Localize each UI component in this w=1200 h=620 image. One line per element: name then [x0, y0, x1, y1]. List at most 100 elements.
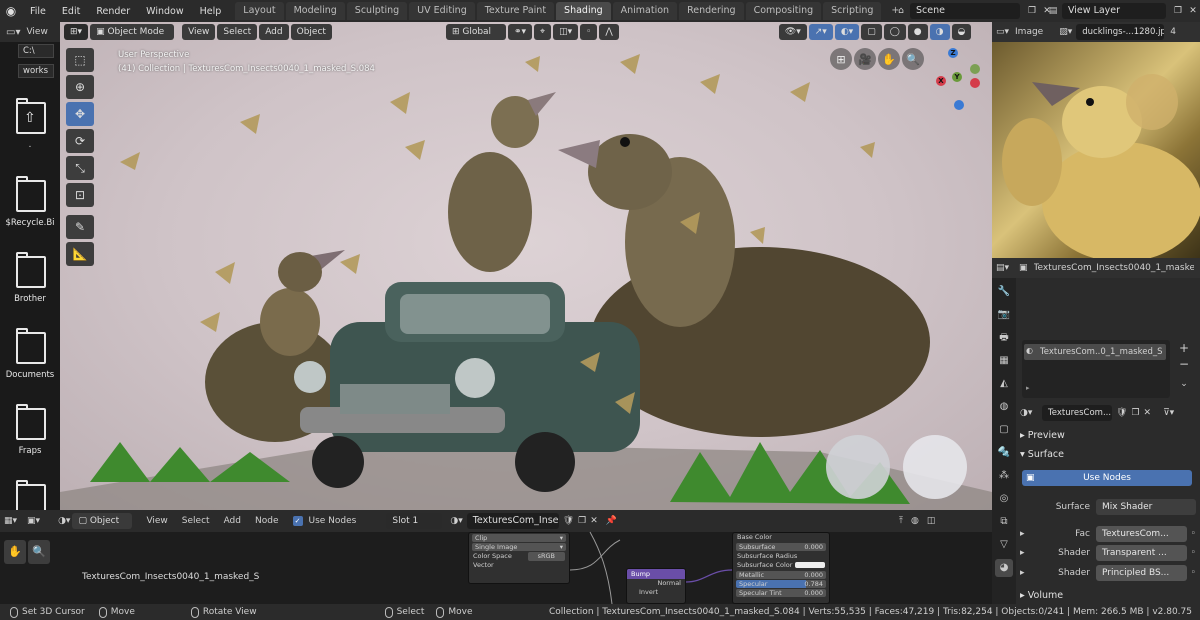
node-menu-view[interactable]: View — [146, 516, 167, 526]
constraints-properties-icon[interactable]: ⧉ — [995, 513, 1013, 531]
shader1-input-dropdown[interactable]: Transparent ... — [1096, 545, 1187, 561]
use-nodes-checkbox[interactable]: ✓ — [292, 516, 303, 526]
backdrop-icon[interactable]: ◍ — [911, 516, 919, 526]
select-box-tool-icon[interactable]: ⬚ — [66, 48, 94, 72]
view-layer-properties-icon[interactable]: ▦ — [995, 352, 1013, 370]
world-properties-icon[interactable]: ◍ — [995, 398, 1013, 416]
gizmo-toggle-icon[interactable]: ↗▾ — [808, 24, 833, 40]
object-properties-icon[interactable]: ▢ — [995, 421, 1013, 439]
menu-file[interactable]: File — [22, 6, 54, 17]
blender-logo-icon[interactable]: ◉ — [0, 0, 22, 22]
modifier-properties-icon[interactable]: 🔩 — [995, 444, 1013, 462]
fake-user-icon[interactable]: 🛡 — [1116, 408, 1127, 418]
shader2-input-dropdown[interactable]: Principled BS... — [1096, 565, 1187, 581]
principled-bsdf-node[interactable]: Base Color Subsurface 0.000 Subsurface Ra… — [732, 532, 830, 604]
unlink-material-icon[interactable]: ✕ — [590, 516, 598, 526]
tab-sculpting[interactable]: Sculpting — [346, 2, 408, 20]
node-object-dropdown[interactable]: ▢ Object — [72, 513, 133, 529]
fake-user-icon[interactable]: 🛡 — [563, 516, 574, 526]
view-layer-icon[interactable]: ▤ — [1044, 6, 1062, 16]
annotate-tool-icon[interactable]: ✎ — [66, 215, 94, 239]
neg-y-axis-handle[interactable] — [970, 64, 980, 74]
volume-section-header[interactable]: ▸ Volume — [1020, 590, 1063, 601]
measure-tool-icon[interactable]: 📐 — [66, 242, 94, 266]
pin-icon[interactable]: 📌 — [606, 516, 617, 526]
x-axis-handle[interactable]: X — [936, 76, 946, 86]
view-camera-toggle-icon[interactable]: ⊞ — [830, 48, 852, 70]
material-properties-icon[interactable]: ◕ — [995, 559, 1013, 577]
menu-window[interactable]: Window — [138, 6, 191, 17]
render-properties-icon[interactable]: 📷 — [995, 306, 1013, 324]
y-axis-handle[interactable]: Y — [952, 72, 962, 82]
3d-viewport[interactable]: ⊞▾ ▣ Object Mode View Select Add Object … — [60, 22, 992, 510]
image-filename[interactable]: ducklings-...1280.jpg — [1076, 24, 1165, 40]
overlay-toggle-icon[interactable]: ◐▾ — [834, 24, 860, 40]
tab-animation[interactable]: Animation — [612, 2, 678, 20]
material-link-icon[interactable]: ⊽▾ — [1163, 408, 1174, 418]
add-slot-button[interactable]: + — [1176, 340, 1192, 356]
material-slot-list[interactable]: TexturesCom..0_1_masked_S ◐ ▸ — [1022, 340, 1170, 398]
use-nodes-button[interactable]: ▣ Use Nodes — [1022, 470, 1192, 486]
brother-folder-item[interactable]: Brother — [0, 252, 60, 304]
particles-properties-icon[interactable]: ⁂ — [995, 467, 1013, 485]
image-users-count[interactable]: 4 — [1170, 27, 1176, 37]
navigation-gizmo[interactable]: Y X Z — [920, 48, 986, 114]
folder-item[interactable] — [0, 480, 60, 510]
material-shading-icon[interactable]: ◑ — [929, 24, 950, 40]
material-name-field[interactable]: TexturesCom... — [1042, 405, 1112, 421]
z-axis-handle[interactable]: Z — [948, 48, 958, 58]
node-material-field[interactable]: TexturesCom_Insec... — [466, 513, 559, 529]
tab-shading[interactable]: Shading — [556, 2, 611, 20]
cursor-tool-icon[interactable]: ⊕ — [66, 75, 94, 99]
object-mode-dropdown[interactable]: ▣ Object Mode — [90, 24, 175, 40]
recycle-bin-item[interactable]: $Recycle.Bi — [0, 176, 60, 228]
neg-x-axis-handle[interactable] — [970, 78, 980, 88]
pan-icon[interactable]: ✋ — [4, 540, 26, 564]
zoom-icon[interactable]: 🔍 — [28, 540, 50, 564]
viewport-menu-view[interactable]: View — [182, 24, 216, 40]
expand-shader2-icon[interactable]: ▸ — [1020, 568, 1030, 578]
duplicate-material-icon[interactable]: ❐ — [1131, 408, 1139, 418]
node-editor-type-icon[interactable]: ▦▾ — [4, 516, 17, 526]
surface-section-header[interactable]: ▾ Surface — [1020, 449, 1064, 460]
specular-tint-field[interactable]: Specular Tint 0.000 — [736, 589, 826, 597]
properties-editor-type-icon[interactable]: ▤▾ — [996, 263, 1009, 273]
fraps-folder-item[interactable]: Fraps — [0, 404, 60, 456]
node-menu-add[interactable]: Add — [224, 516, 241, 526]
fac-input-dropdown[interactable]: TexturesCom... — [1096, 526, 1187, 542]
node-menu-select[interactable]: Select — [182, 516, 210, 526]
tab-texture-paint[interactable]: Texture Paint — [476, 2, 555, 20]
subsurface-field[interactable]: Subsurface 0.000 — [736, 543, 826, 551]
scene-field[interactable]: Scene — [910, 3, 1020, 19]
view-layer-field[interactable]: View Layer — [1062, 3, 1166, 19]
pan-view-icon[interactable]: ✋ — [878, 48, 900, 70]
tab-rendering[interactable]: Rendering — [679, 2, 744, 20]
duplicate-material-icon[interactable]: ❐ — [578, 516, 586, 526]
metallic-field[interactable]: Metallic 0.000 — [736, 571, 826, 579]
file-browser-view-menu[interactable]: View — [26, 27, 47, 37]
neg-z-axis-handle[interactable] — [954, 100, 964, 110]
slot-mode-icon[interactable]: ◑▾ — [58, 516, 70, 526]
expand-shader1-icon[interactable]: ▸ — [1020, 548, 1030, 558]
source-field[interactable]: Single Image ▾ — [472, 543, 566, 551]
unlink-material-icon[interactable]: ✕ — [1144, 408, 1152, 418]
file-browser-editor-icon[interactable]: ▭▾ — [6, 27, 20, 38]
tab-scripting[interactable]: Scripting — [823, 2, 882, 20]
menu-edit[interactable]: Edit — [54, 6, 88, 17]
shader-node-editor[interactable]: ▦▾ ▣▾ ◑▾ ▢ Object View Select Add Node ✓… — [0, 510, 992, 604]
xray-icon[interactable]: ▢ — [861, 24, 882, 40]
remove-slot-button[interactable]: − — [1176, 356, 1192, 372]
image-menu[interactable]: Image — [1015, 27, 1043, 37]
transform-tool-icon[interactable]: ⊡ — [66, 183, 94, 207]
menu-help[interactable]: Help — [192, 6, 230, 17]
snap-target-icon[interactable]: ◫▾ — [553, 24, 579, 40]
output-properties-icon[interactable]: 🖶 — [995, 329, 1013, 347]
proportional-edit-icon[interactable]: ◦ — [580, 24, 598, 40]
slot-dropdown[interactable]: Slot 1 — [386, 513, 443, 529]
material-browse-icon[interactable]: ◑▾ — [1020, 408, 1042, 418]
parent-node-tree-icon[interactable]: ⤒ — [899, 516, 903, 526]
scale-tool-icon[interactable]: ⤡ — [66, 156, 94, 180]
snap-nodes-icon[interactable]: ◫ — [927, 516, 936, 526]
documents-folder-item[interactable]: Documents — [0, 328, 60, 380]
transform-orientation-dropdown[interactable]: ⊞ Global — [445, 24, 506, 40]
